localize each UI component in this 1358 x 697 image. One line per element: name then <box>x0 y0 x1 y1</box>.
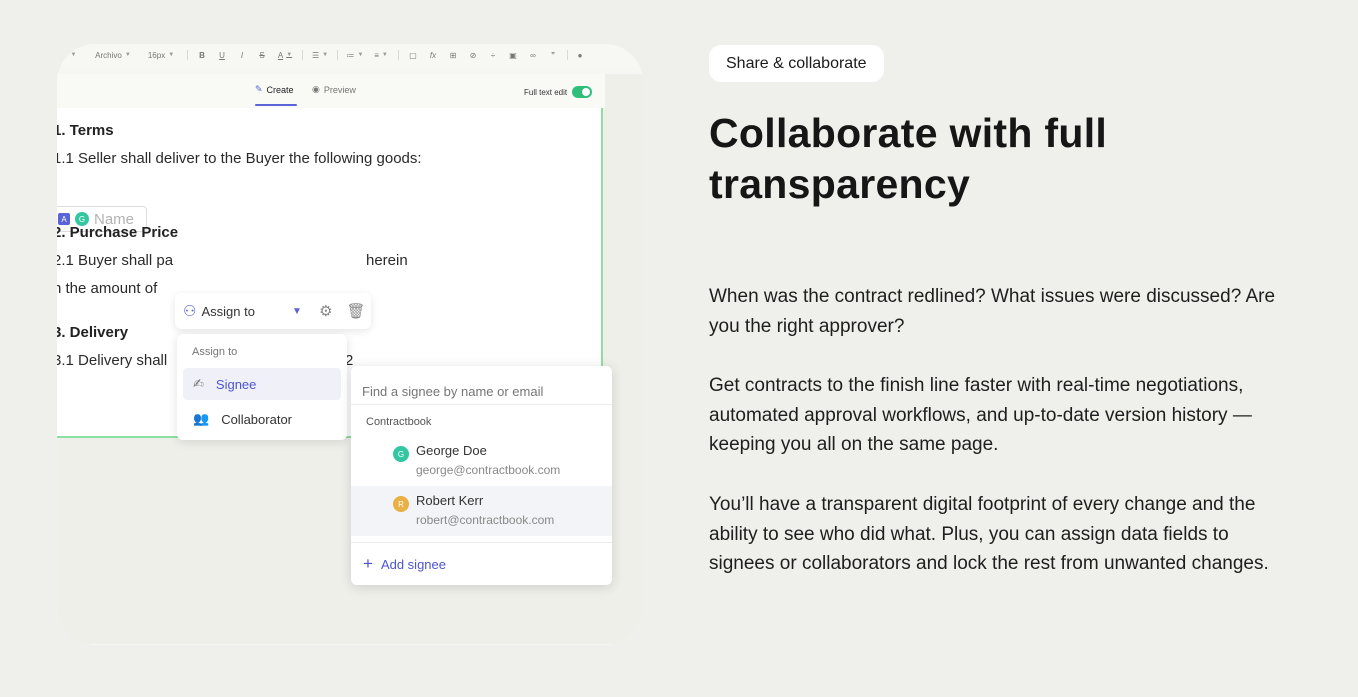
bullet-list-icon[interactable]: ≔ ▼ <box>342 44 368 66</box>
image-icon[interactable]: ▣ <box>503 44 523 66</box>
signee-group-label: Contractbook <box>366 416 432 428</box>
divider-icon[interactable]: ÷ <box>483 44 503 66</box>
avatar: R <box>393 496 409 512</box>
active-tab-indicator <box>255 104 297 106</box>
underline-icon[interactable]: U <box>212 44 232 66</box>
user-icon[interactable]: ● <box>572 44 588 66</box>
signee-option[interactable]: R Robert Kerr robert@contractbook.com <box>351 486 612 536</box>
section-title-terms: 1. Terms <box>57 122 114 139</box>
signature-icon: ✍ <box>193 376 204 391</box>
signee-name: Robert Kerr <box>416 493 484 508</box>
section-badge-label: Share & collaborate <box>726 54 867 72</box>
section-badge: Share & collaborate <box>709 45 884 82</box>
users-icon: 👥 <box>193 411 210 426</box>
page-title: Collaborate with full transparency <box>709 108 1309 210</box>
tab-create[interactable]: ✎ Create <box>255 84 294 95</box>
section-line-purchase-price-end: herein <box>366 252 408 269</box>
add-signee-button[interactable]: + Add signee <box>351 542 612 585</box>
toolbar-divider <box>302 50 303 60</box>
pencil-icon: ✎ <box>255 84 263 94</box>
tab-preview[interactable]: ◉ Preview <box>312 84 356 95</box>
assign-user-icon: ⚇ <box>183 303 197 320</box>
italic-icon[interactable]: I <box>232 44 252 66</box>
font-size-select[interactable]: 16px ▼ <box>139 44 183 66</box>
assign-to-menu: Assign to ✍ Signee 👥 Collaborator <box>177 334 347 440</box>
toolbar-divider <box>398 50 399 60</box>
gear-icon[interactable]: ⚙ <box>311 302 341 320</box>
numbered-list-icon[interactable]: ≡ ▼ <box>368 44 394 66</box>
editor-area: ✎ Create ◉ Preview Full text edit 1. Ter… <box>57 74 643 644</box>
signee-option[interactable]: G George Doe george@contractbook.com <box>351 436 612 486</box>
toolbar-divider <box>187 50 188 60</box>
text-color-icon[interactable]: A ▼ <box>272 44 298 66</box>
signee-search-input[interactable] <box>351 366 612 404</box>
table-icon[interactable]: ⊞ <box>443 44 463 66</box>
page-title-line-1: Collaborate with full <box>709 110 1108 156</box>
signee-email: george@contractbook.com <box>416 463 561 477</box>
section-line-delivery: 3.1 Delivery shall <box>57 352 168 369</box>
product-screenshot-card: ▼ Archivo ▼ 16px ▼ B U I S A ▼ ☰ ▼ ≔ ▼ ≡ ▼ ▢ f… <box>57 44 643 645</box>
quote-icon[interactable]: ” <box>543 44 563 66</box>
assign-to-dropdown[interactable]: ⚇ Assign to <box>175 302 292 320</box>
section-line-terms: 1.1 Seller shall deliver to the Buyer th… <box>57 150 422 167</box>
section-line-amount: n the amount of <box>57 280 158 297</box>
assign-menu-title: Assign to <box>192 346 238 358</box>
attachment-icon[interactable]: ⊘ <box>463 44 483 66</box>
tab-create-label: Create <box>266 84 294 95</box>
menu-item-signee-label: Signee <box>215 376 257 392</box>
signee-name: George Doe <box>416 443 487 458</box>
assign-to-label: Assign to <box>201 303 255 319</box>
section-title-purchase-price: 2. Purchase Price <box>57 224 179 241</box>
section-title-delivery: 3. Delivery <box>57 324 129 341</box>
chevron-down-icon[interactable]: ▼ <box>292 306 311 317</box>
link-icon[interactable]: ∞ <box>523 44 543 66</box>
body-paragraph-1: When was the contract redlined? What iss… <box>709 286 1276 337</box>
add-signee-label: Add signee <box>380 556 446 572</box>
strikethrough-icon[interactable]: S <box>252 44 272 66</box>
signee-picker-popup: Contractbook G George Doe george@contrac… <box>351 366 612 585</box>
editor-toolbar: ▼ Archivo ▼ 16px ▼ B U I S A ▼ ☰ ▼ ≔ ▼ ≡ ▼ ▢ f… <box>57 44 643 66</box>
align-icon[interactable]: ☰ ▼ <box>307 44 333 66</box>
document-header: ✎ Create ◉ Preview Full text edit <box>57 74 605 108</box>
body-paragraph-2: Get contracts to the finish line faster … <box>709 375 1252 456</box>
font-family-value: Archivo <box>95 50 122 60</box>
assign-toolbar: ⚇ Assign to ▼ ⚙ 🗑 <box>175 293 371 329</box>
comment-icon[interactable]: ▢ <box>403 44 423 66</box>
section-line-purchase-price: 2.1 Buyer shall pa <box>57 252 174 269</box>
eye-icon: ◉ <box>312 84 320 94</box>
signee-email: robert@contractbook.com <box>416 513 555 527</box>
tab-preview-label: Preview <box>323 84 356 95</box>
font-size-value: 16px <box>147 50 166 60</box>
trash-icon[interactable]: 🗑 <box>341 302 371 320</box>
menu-item-collaborator[interactable]: 👥 Collaborator <box>183 403 341 435</box>
full-text-edit-label: Full text edit <box>524 87 568 97</box>
body-paragraph-3: You’ll have a transparent digital footpr… <box>709 494 1269 575</box>
plus-icon: + <box>363 554 373 573</box>
chevron-down-icon[interactable]: ▼ <box>57 44 87 66</box>
toolbar-divider <box>567 50 568 60</box>
font-family-select[interactable]: Archivo ▼ <box>87 44 139 66</box>
search-divider <box>351 404 612 405</box>
full-text-edit-toggle[interactable]: Full text edit <box>524 86 593 98</box>
page-title-line-2: transparency <box>709 161 971 207</box>
menu-item-collaborator-label: Collaborator <box>221 411 293 427</box>
menu-item-signee[interactable]: ✍ Signee <box>183 368 341 400</box>
formula-icon[interactable]: fx <box>423 44 443 66</box>
avatar: G <box>393 446 409 462</box>
toolbar-divider <box>337 50 338 60</box>
toggle-switch[interactable] <box>572 86 593 98</box>
bold-icon[interactable]: B <box>192 44 212 66</box>
